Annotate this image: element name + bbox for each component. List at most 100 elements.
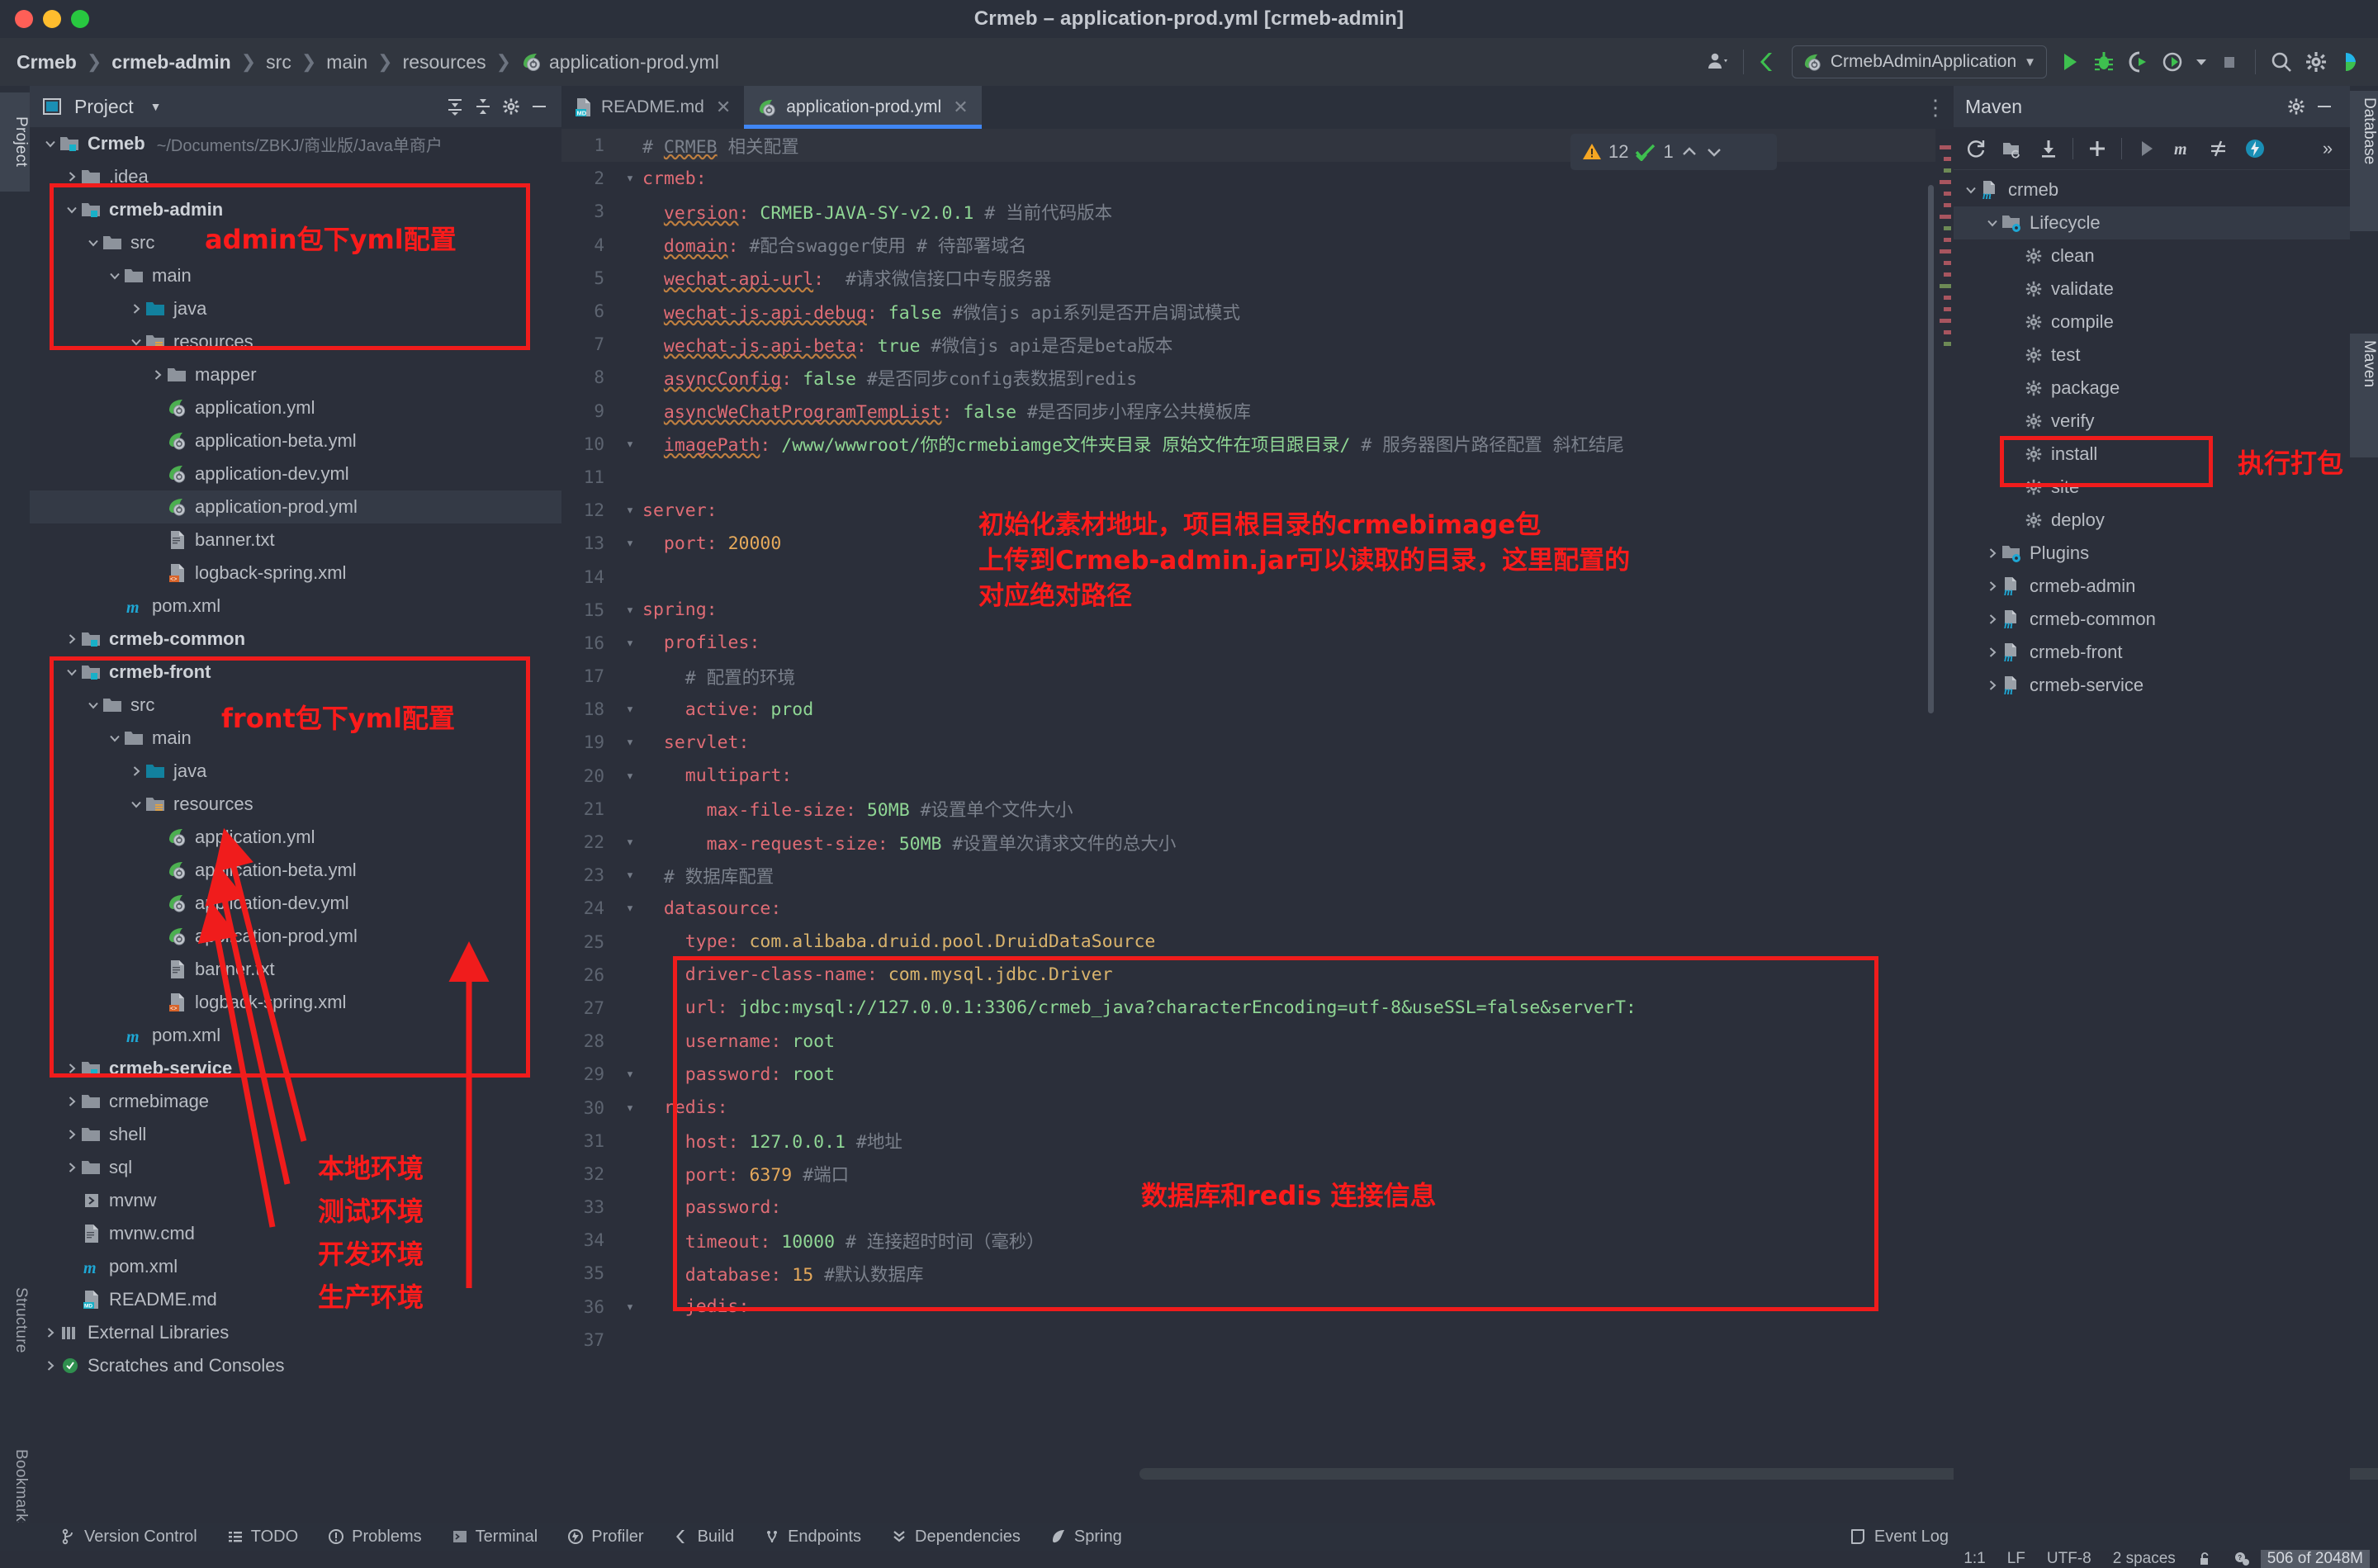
tree-item-src[interactable]: src bbox=[30, 689, 561, 722]
tree-expand-arrow[interactable] bbox=[2005, 313, 2023, 331]
inspection-marker[interactable] bbox=[1944, 203, 1951, 207]
run-with-coverage-icon[interactable] bbox=[2121, 45, 2156, 79]
fold-marker[interactable]: ▾ bbox=[618, 1299, 642, 1315]
gear-icon[interactable] bbox=[2282, 92, 2310, 121]
tree-expand-arrow[interactable] bbox=[63, 201, 81, 219]
code-line[interactable]: 27 url: jdbc:mysql://127.0.0.1:3306/crme… bbox=[561, 992, 1954, 1025]
tree-expand-arrow[interactable] bbox=[2005, 247, 2023, 265]
breadcrumb-item-main[interactable]: main bbox=[326, 51, 367, 73]
chevron-down-icon[interactable]: ▼ bbox=[142, 92, 170, 121]
tree-expand-arrow[interactable] bbox=[149, 498, 167, 516]
maven-item-install[interactable]: install bbox=[1954, 438, 2350, 471]
add-module-icon[interactable] bbox=[1995, 131, 2030, 166]
tree-expand-arrow[interactable] bbox=[149, 861, 167, 879]
fold-marker[interactable]: ▾ bbox=[618, 1100, 642, 1116]
fold-marker[interactable]: ▾ bbox=[618, 701, 642, 718]
profile-icon[interactable] bbox=[2156, 45, 2191, 79]
code-line[interactable]: 33 password: bbox=[561, 1191, 1954, 1224]
code-line[interactable]: 26 driver-class-name: com.mysql.jdbc.Dri… bbox=[561, 959, 1954, 992]
indent-setting[interactable]: 2 spaces bbox=[2102, 1550, 2186, 1568]
inspection-marker[interactable] bbox=[1944, 157, 1951, 161]
tree-item-java[interactable]: java bbox=[30, 292, 561, 325]
sidebar-tab-structure[interactable]: Structure bbox=[0, 1258, 30, 1382]
code-line[interactable]: 34 timeout: 10000 # 连接超时时间（毫秒） bbox=[561, 1224, 1954, 1257]
expand-all-icon[interactable] bbox=[441, 92, 469, 121]
editor-markers-gutter[interactable] bbox=[1935, 129, 1954, 1450]
gear-icon[interactable] bbox=[497, 92, 525, 121]
bottom-tab-problems[interactable]: Problems bbox=[313, 1523, 436, 1551]
tree-expand-arrow[interactable] bbox=[1983, 544, 2001, 562]
code-line[interactable]: 35 database: 15 #默认数据库 bbox=[561, 1257, 1954, 1290]
user-avatar-icon[interactable] bbox=[1700, 45, 1735, 79]
inspection-marker[interactable] bbox=[1940, 215, 1951, 219]
tree-item-application-yml[interactable]: application.yml bbox=[30, 391, 561, 424]
tree-expand-arrow[interactable] bbox=[1983, 577, 2001, 595]
tree-expand-arrow[interactable] bbox=[149, 399, 167, 417]
editor-tabs-menu-icon[interactable]: ⋮ bbox=[1917, 86, 1954, 129]
tree-expand-arrow[interactable] bbox=[106, 729, 124, 747]
tree-expand-arrow[interactable] bbox=[1983, 643, 2001, 661]
tree-expand-arrow[interactable] bbox=[149, 894, 167, 912]
collapse-all-icon[interactable] bbox=[469, 92, 497, 121]
tree-expand-arrow[interactable] bbox=[2005, 412, 2023, 430]
download-sources-icon[interactable] bbox=[2031, 131, 2066, 166]
tree-item-pom-xml[interactable]: mpom.xml bbox=[30, 1250, 561, 1283]
maven-item-verify[interactable]: verify bbox=[1954, 405, 2350, 438]
inspection-marker[interactable] bbox=[1944, 226, 1951, 230]
tree-expand-arrow[interactable] bbox=[2005, 478, 2023, 496]
bottom-tab-dependencies[interactable]: Dependencies bbox=[876, 1523, 1035, 1551]
tree-expand-arrow[interactable] bbox=[149, 993, 167, 1011]
inspection-marker[interactable] bbox=[1940, 284, 1951, 288]
tree-item-application-beta-yml[interactable]: application-beta.yml bbox=[30, 854, 561, 887]
code-line[interactable]: 20▾ multipart: bbox=[561, 760, 1954, 793]
tree-expand-arrow[interactable] bbox=[106, 1026, 124, 1045]
tree-expand-arrow[interactable] bbox=[149, 432, 167, 450]
tree-expand-arrow[interactable] bbox=[63, 1125, 81, 1144]
maven-item-package[interactable]: package bbox=[1954, 372, 2350, 405]
tree-item-logback-spring-xml[interactable]: <>logback-spring.xml bbox=[30, 557, 561, 590]
inspection-marker[interactable] bbox=[1944, 342, 1951, 346]
inspection-marker[interactable] bbox=[1944, 330, 1951, 334]
chevron-down-icon[interactable] bbox=[2191, 45, 2212, 79]
tree-item-scratches-and-consoles[interactable]: Scratches and Consoles bbox=[30, 1349, 561, 1382]
code-line[interactable]: 12▾server: bbox=[561, 494, 1954, 527]
code-line[interactable]: 13▾ port: 20000 bbox=[561, 527, 1954, 560]
tree-item-banner-txt[interactable]: banner.txt bbox=[30, 953, 561, 986]
code-line[interactable]: 32 port: 6379 #端口 bbox=[561, 1158, 1954, 1191]
tree-expand-arrow[interactable] bbox=[63, 168, 81, 186]
close-icon[interactable]: ✕ bbox=[953, 97, 968, 118]
tree-expand-arrow[interactable] bbox=[63, 1225, 81, 1243]
maven-item-compile[interactable]: compile bbox=[1954, 306, 2350, 339]
code-line[interactable]: 14 bbox=[561, 560, 1954, 593]
tree-item-mvnw[interactable]: mvnw bbox=[30, 1184, 561, 1217]
tree-item-application-beta-yml[interactable]: application-beta.yml bbox=[30, 424, 561, 457]
tree-item-shell[interactable]: shell bbox=[30, 1118, 561, 1151]
tree-expand-arrow[interactable] bbox=[1983, 214, 2001, 232]
line-separator[interactable]: LF bbox=[1997, 1550, 2036, 1568]
tree-expand-arrow[interactable] bbox=[1962, 181, 1980, 199]
tree-item-pom-xml[interactable]: mpom.xml bbox=[30, 1019, 561, 1052]
bottom-tab-spring[interactable]: Spring bbox=[1035, 1523, 1137, 1551]
tree-expand-arrow[interactable] bbox=[127, 333, 145, 351]
fold-marker[interactable]: ▾ bbox=[618, 602, 642, 618]
tree-expand-arrow[interactable] bbox=[149, 366, 167, 384]
code-line[interactable]: 4 domain: #配合swagger使用 # 待部署域名 bbox=[561, 229, 1954, 262]
code-line[interactable]: 7 wechat-js-api-beta: true #微信js api是否是b… bbox=[561, 328, 1954, 361]
code-line[interactable]: 23▾ # 数据库配置 bbox=[561, 859, 1954, 892]
maven-item-deploy[interactable]: deploy bbox=[1954, 504, 2350, 537]
inspection-marker[interactable] bbox=[1940, 319, 1951, 323]
hide-panel-icon[interactable] bbox=[525, 92, 553, 121]
file-encoding[interactable]: UTF-8 bbox=[2036, 1550, 2102, 1568]
code-line[interactable]: 36▾ jedis: bbox=[561, 1291, 1954, 1324]
inspection-marker[interactable] bbox=[1940, 249, 1951, 253]
bottom-tab-version-control[interactable]: Version Control bbox=[45, 1523, 212, 1551]
fold-marker[interactable]: ▾ bbox=[618, 436, 642, 452]
tree-item-application-dev-yml[interactable]: application-dev.yml bbox=[30, 457, 561, 490]
tree-item--idea[interactable]: .idea bbox=[30, 160, 561, 193]
fold-marker[interactable]: ▾ bbox=[618, 900, 642, 917]
ide-feedback-icon[interactable] bbox=[2333, 45, 2368, 79]
tree-item-application-yml[interactable]: application.yml bbox=[30, 821, 561, 854]
tree-item-crmeb-front[interactable]: crmeb-front bbox=[30, 656, 561, 689]
editor-tab-application-prod[interactable]: application-prod.yml ✕ bbox=[744, 86, 981, 129]
tree-item-application-prod-yml[interactable]: application-prod.yml bbox=[30, 490, 561, 523]
